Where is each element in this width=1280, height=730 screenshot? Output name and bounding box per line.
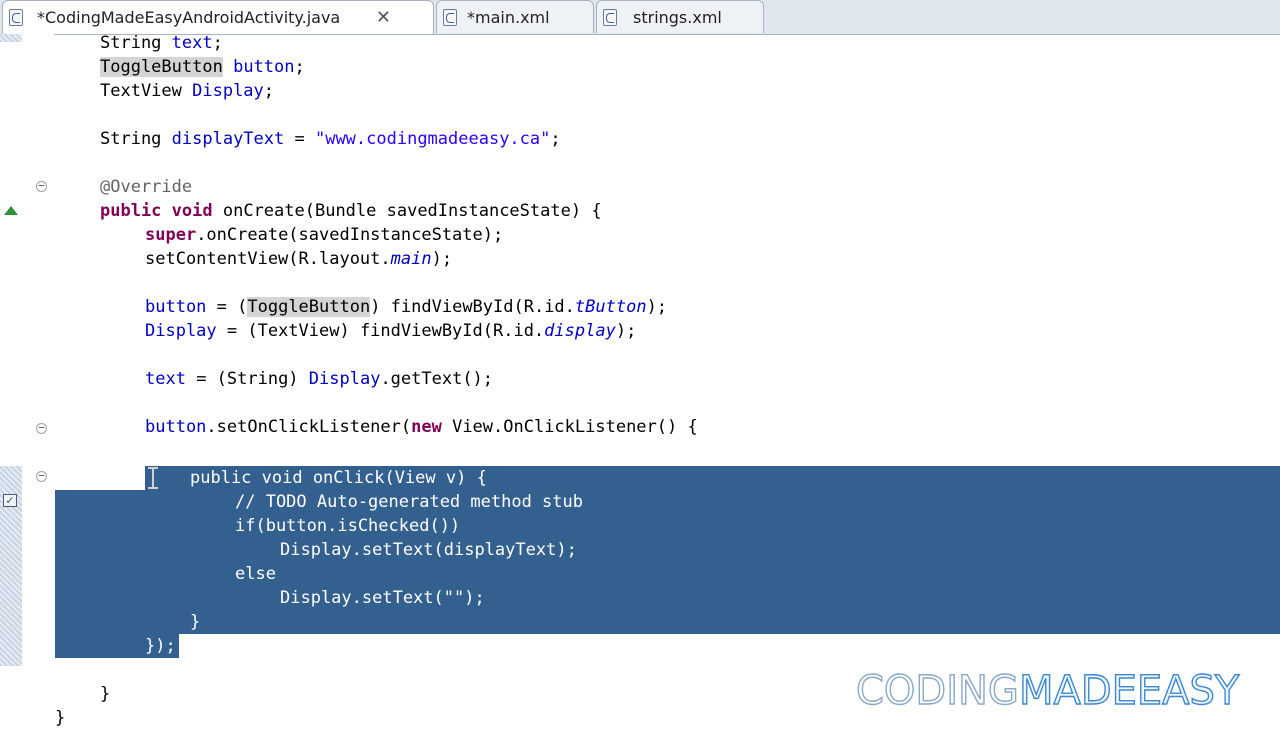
code-line: super.onCreate(savedInstanceState); [145,225,504,245]
code-line-selected: } [190,612,201,632]
code-line: setContentView(R.layout.main); [145,249,453,269]
code-line-selected: }); [145,636,176,656]
code-line: button = (ToggleButton) findViewById(R.i… [145,297,668,317]
code-line: @Override [100,177,193,197]
code-line: button.setOnClickListener(new View.OnCli… [145,417,698,437]
code-line: String displayText = "www.codingmadeeasy… [100,129,561,149]
text-cursor-icon [148,466,158,490]
coding-made-easy-watermark: CODINGMADEEASY [855,667,1240,714]
code-line-selected: public void onClick(View v) { [190,468,487,488]
code-line-selected: Display.setText(displayText); [280,540,577,560]
code-line-selected: if(button.isChecked()) [235,516,461,536]
code-editor[interactable]: String text; ToggleButton button; TextVi… [0,0,1280,728]
code-line: } [100,684,111,704]
code-line-selected: Display.setText(""); [280,588,485,608]
code-line: text = (String) Display.getText(); [145,369,494,389]
code-line: ToggleButton button; [100,57,305,77]
code-line: } [55,708,66,728]
code-line-selected: else [235,564,276,584]
code-line: TextView Display; [100,81,275,101]
code-line: String text; [100,33,223,53]
code-line: Display = (TextView) findViewById(R.id.d… [145,321,637,341]
code-line-selected: // TODO Auto-generated method stub [235,492,583,512]
code-line: public void onCreate(Bundle savedInstanc… [100,201,602,221]
